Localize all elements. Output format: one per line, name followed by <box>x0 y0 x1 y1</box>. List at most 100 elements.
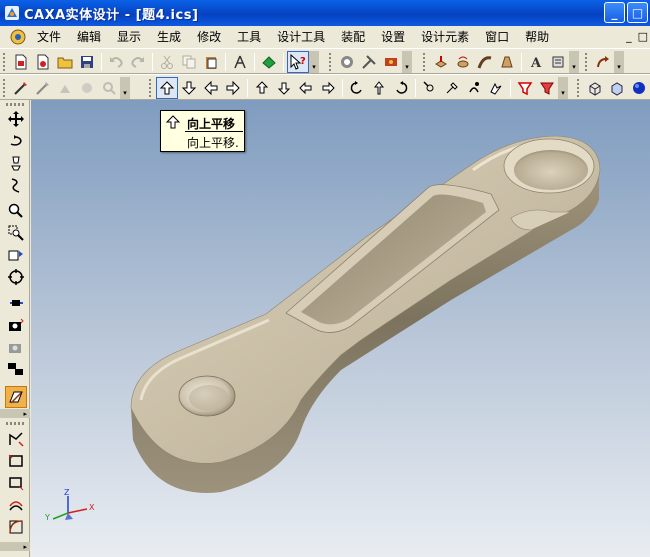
wireframe-box-icon[interactable] <box>584 77 606 99</box>
toolbar-overflow-icon[interactable]: ▾ <box>569 50 579 73</box>
help-pointer-icon[interactable]: ? <box>287 50 309 73</box>
path-tool-icon[interactable] <box>5 174 27 196</box>
fit-all-icon[interactable] <box>5 266 27 288</box>
toolbar-overflow-icon[interactable]: ▸ <box>0 409 30 418</box>
lamp-tool-icon[interactable] <box>5 152 27 174</box>
roll-ccw-icon[interactable] <box>346 77 368 99</box>
loft-icon[interactable] <box>496 51 518 73</box>
shaded-box-icon[interactable] <box>606 77 628 99</box>
toolbar-overflow-icon[interactable]: ▾ <box>614 50 624 73</box>
camera-dim-icon[interactable] <box>5 336 27 358</box>
view-target-icon[interactable] <box>441 77 463 99</box>
assembly-arrow-icon[interactable] <box>592 51 614 73</box>
menu-help[interactable]: 帮助 <box>517 27 557 47</box>
filter-red-icon[interactable] <box>514 77 536 99</box>
sweep-icon[interactable] <box>474 51 496 73</box>
texture-icon[interactable] <box>380 51 402 73</box>
catalog-browser-icon[interactable] <box>258 51 280 73</box>
toolbar-grip[interactable] <box>3 78 7 97</box>
toolbar-grip[interactable] <box>6 103 24 106</box>
rect-3pt-icon[interactable] <box>5 472 27 494</box>
walk-icon[interactable] <box>463 77 485 99</box>
extrude-icon[interactable] <box>430 51 452 73</box>
menu-window[interactable]: 窗口 <box>477 27 517 47</box>
toolbar-overflow-icon[interactable]: ▸ <box>0 542 30 551</box>
toolbar-grip[interactable] <box>329 52 333 71</box>
document-icon[interactable] <box>7 27 29 47</box>
camera-icon[interactable] <box>5 314 27 336</box>
new-drawing-icon[interactable] <box>32 51 54 73</box>
edit-tool-icon[interactable] <box>32 77 54 99</box>
redo-icon[interactable] <box>127 51 149 73</box>
render-sphere-icon[interactable] <box>628 77 650 99</box>
rotate-right-icon[interactable] <box>317 77 339 99</box>
roll-cw-icon[interactable] <box>390 77 412 99</box>
menu-design-elements[interactable]: 设计元素 <box>413 27 477 47</box>
menu-generate[interactable]: 生成 <box>149 27 189 47</box>
maximize-button[interactable]: □ <box>627 2 648 23</box>
menu-edit[interactable]: 编辑 <box>69 27 109 47</box>
pan-up-icon[interactable] <box>156 76 178 99</box>
menu-settings[interactable]: 设置 <box>373 27 413 47</box>
rotate-left-icon[interactable] <box>295 77 317 99</box>
orbit-tool-icon[interactable] <box>5 130 27 152</box>
arc-icon[interactable] <box>5 516 27 538</box>
measure-tool-icon[interactable] <box>76 77 98 99</box>
cut-icon[interactable] <box>156 51 178 73</box>
move-tool-icon[interactable] <box>5 108 27 130</box>
part-model[interactable] <box>31 100 650 557</box>
sketch-plane-icon[interactable] <box>5 386 27 408</box>
rotate-down-icon[interactable] <box>273 77 295 99</box>
new-design-icon[interactable] <box>10 51 32 73</box>
sheet-metal-icon[interactable] <box>547 51 569 73</box>
zoom-window-icon[interactable] <box>5 222 27 244</box>
toolbar-grip[interactable] <box>423 52 427 71</box>
probe-tool-icon[interactable] <box>54 77 76 99</box>
camera-move-icon[interactable] <box>5 292 27 314</box>
copy-icon[interactable] <box>178 51 200 73</box>
rotate-up-icon[interactable] <box>251 77 273 99</box>
menu-assembly[interactable]: 装配 <box>333 27 373 47</box>
toolbar-overflow-icon[interactable]: ▾ <box>309 50 319 73</box>
pan-left-icon[interactable] <box>200 77 222 99</box>
zoom-previous-icon[interactable] <box>5 244 27 266</box>
mdi-restore-button[interactable]: □ <box>638 30 648 43</box>
pan-right-icon[interactable] <box>222 77 244 99</box>
pan-down-icon[interactable] <box>178 77 200 99</box>
menu-design-tools[interactable]: 设计工具 <box>269 27 333 47</box>
toolbar-grip[interactable] <box>6 422 24 425</box>
text-icon[interactable]: A <box>525 51 547 73</box>
polyline-icon[interactable] <box>5 428 27 450</box>
pick-tool-icon[interactable] <box>10 77 32 99</box>
offset-icon[interactable] <box>5 494 27 516</box>
camera-focus-icon[interactable] <box>5 358 27 380</box>
toolbar-overflow-icon[interactable]: ▾ <box>558 76 568 99</box>
toolbar-overflow-icon[interactable]: ▾ <box>120 76 130 99</box>
toolbar-overflow-icon[interactable]: ▾ <box>402 50 412 73</box>
toolbar-grip[interactable] <box>585 52 589 71</box>
open-folder-icon[interactable] <box>54 51 76 73</box>
minimize-button[interactable]: _ <box>604 2 625 23</box>
menu-modify[interactable]: 修改 <box>189 27 229 47</box>
toolbar-grip[interactable] <box>577 78 581 97</box>
smart-render-icon[interactable] <box>336 51 358 73</box>
revolve-icon[interactable] <box>452 51 474 73</box>
view-point-icon[interactable] <box>419 77 441 99</box>
render-tools-icon[interactable] <box>358 51 380 73</box>
menu-file[interactable]: 文件 <box>29 27 69 47</box>
paste-icon[interactable] <box>200 51 222 73</box>
save-icon[interactable] <box>76 51 98 73</box>
rectangle-icon[interactable] <box>5 450 27 472</box>
menu-tools[interactable]: 工具 <box>229 27 269 47</box>
filter-solid-icon[interactable] <box>536 77 558 99</box>
toolbar-grip[interactable] <box>3 52 7 71</box>
zoom-icon[interactable] <box>5 200 27 222</box>
zoom-tool-icon[interactable] <box>98 77 120 99</box>
mdi-minimize-button[interactable]: _ <box>626 30 632 43</box>
menu-view[interactable]: 显示 <box>109 27 149 47</box>
roll-up-icon[interactable] <box>368 77 390 99</box>
toolbar-grip[interactable] <box>149 78 153 97</box>
fly-icon[interactable] <box>485 77 507 99</box>
design-viewport[interactable]: Z X Y <box>31 100 650 557</box>
design-tree-icon[interactable] <box>229 51 251 73</box>
